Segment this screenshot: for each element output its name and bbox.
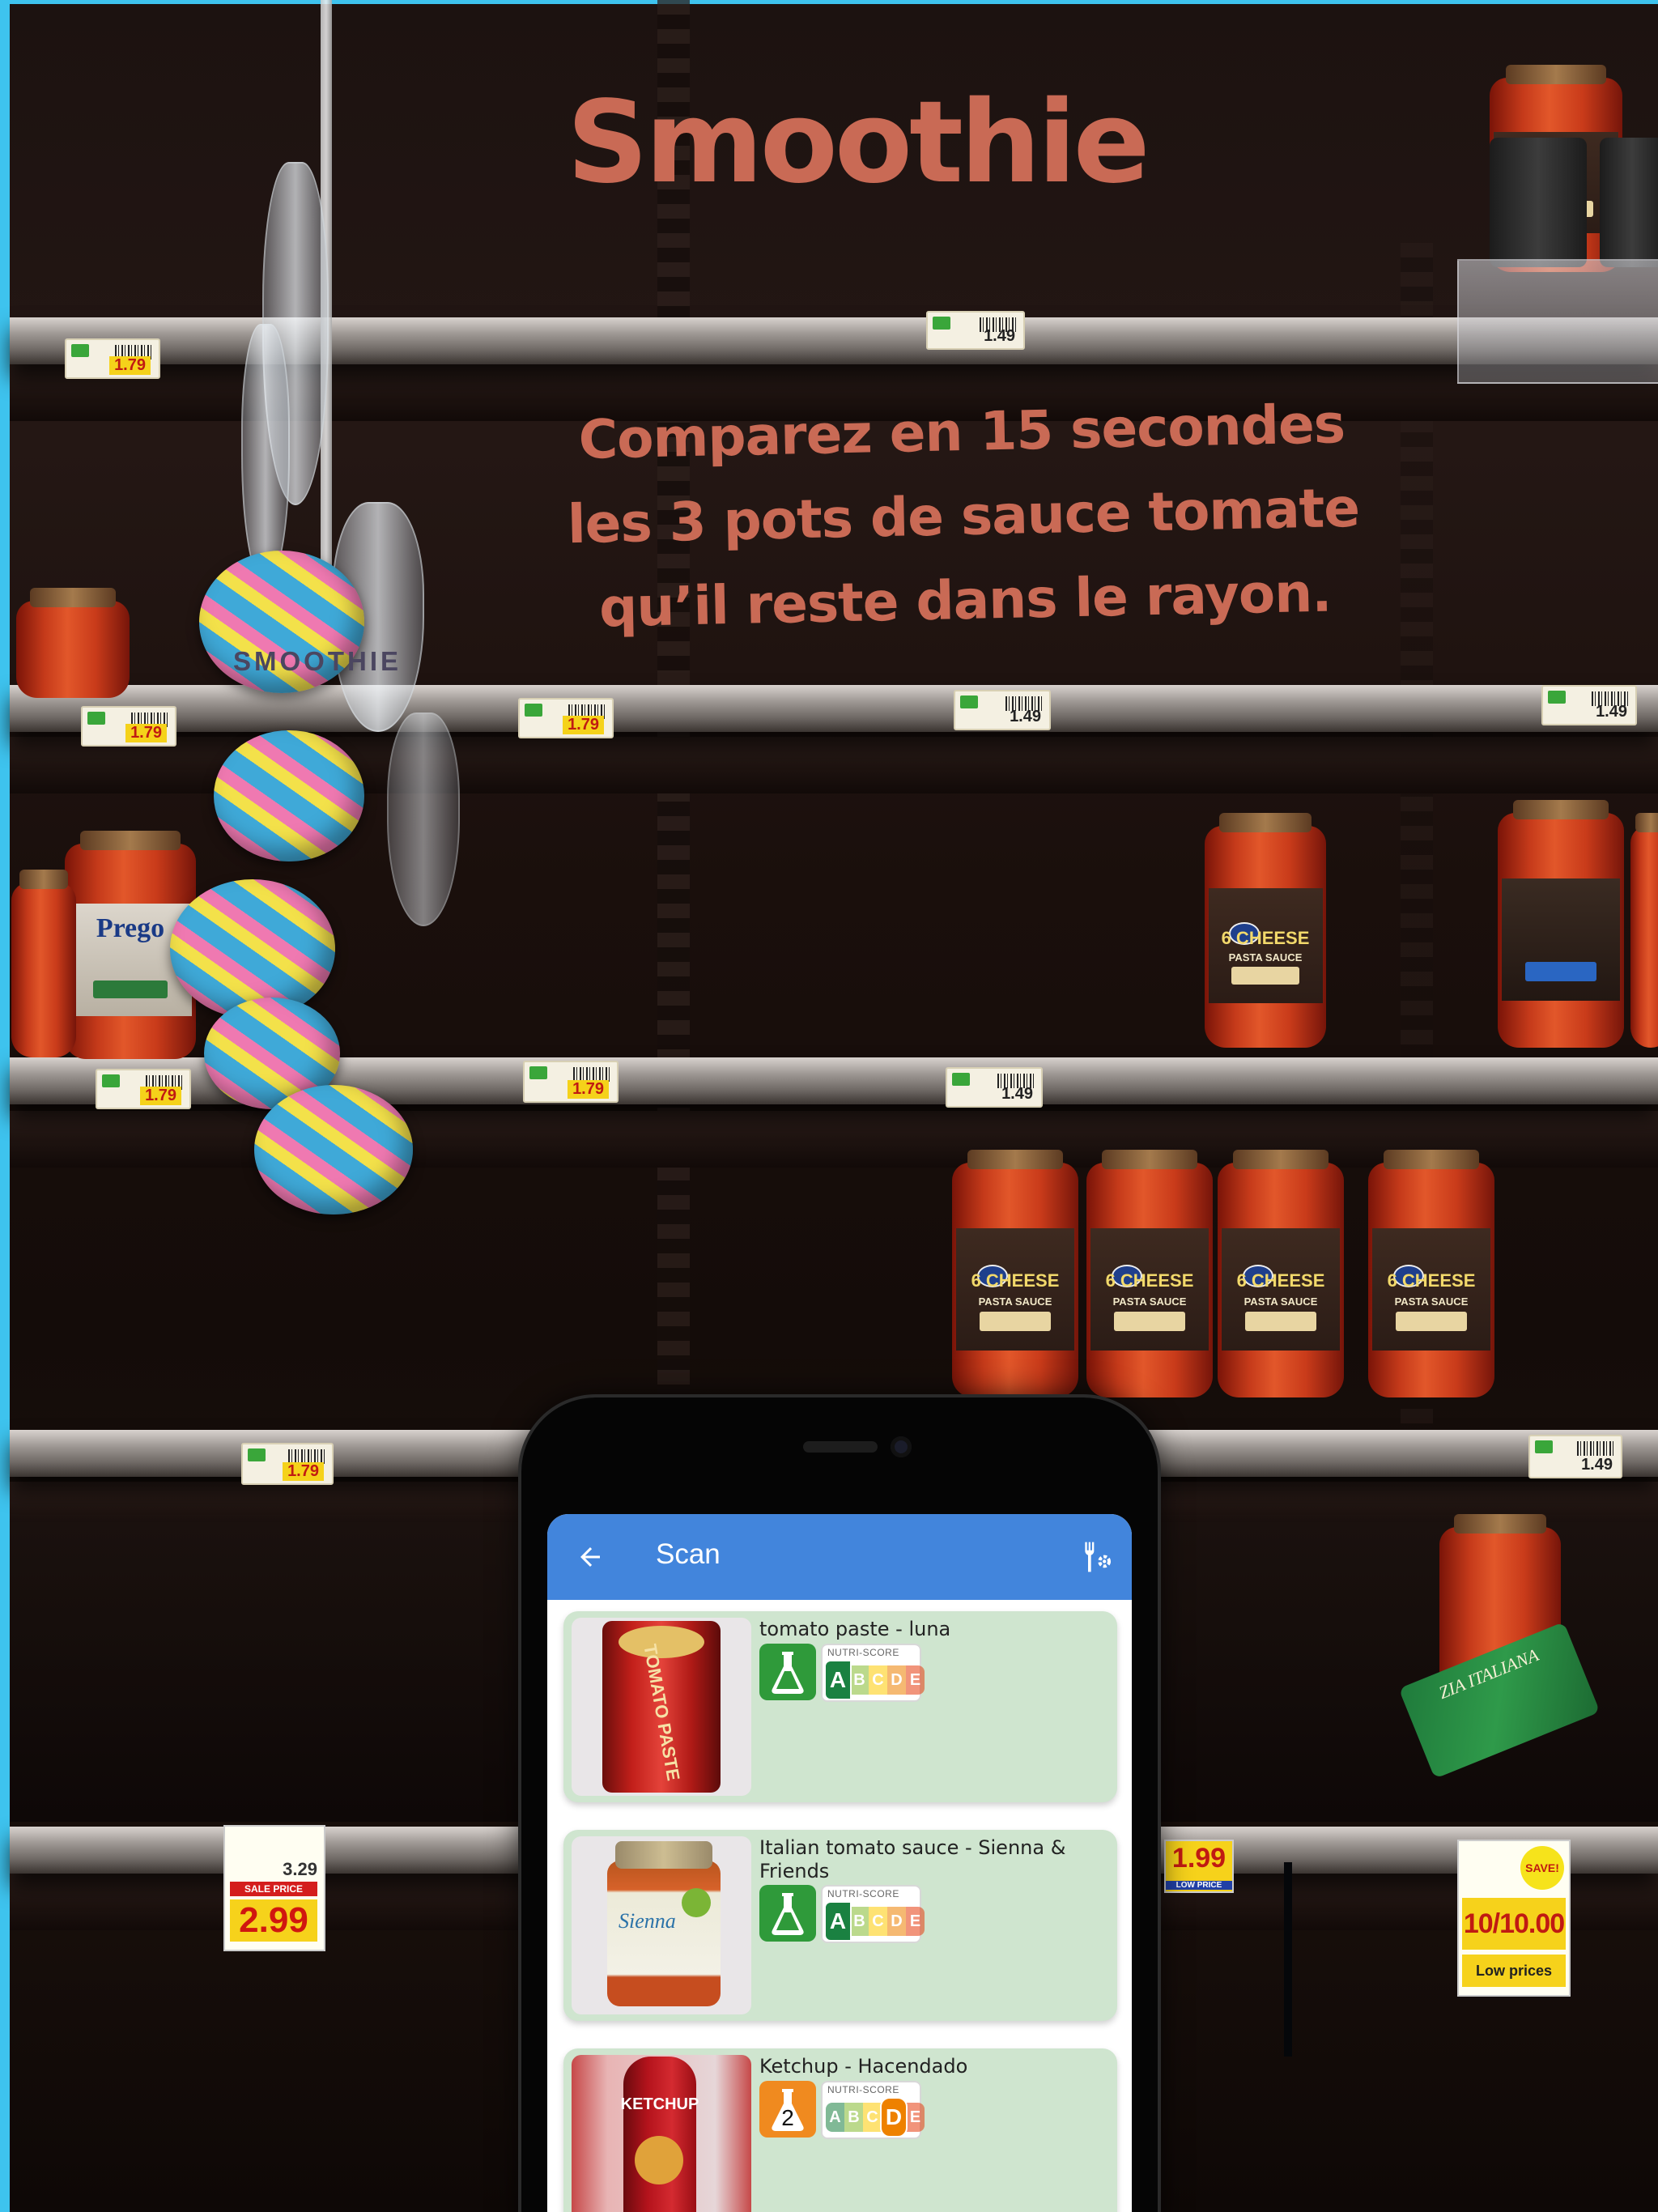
phone-frame: Scan TOMATO PASTE tomato paste - luna NU… [521,1397,1158,2212]
flask-icon [772,1652,804,1694]
left-edge-stripe [0,0,10,2212]
price-tag: 1.49 [946,1067,1043,1108]
price-tag: 1.79 [81,706,176,747]
price-tag: 1.79 [96,1069,191,1109]
price-tag: 1.79 [241,1443,334,1485]
sauce-jar [16,588,130,698]
product-card[interactable]: Sienna Italian tomato sauce - Sienna & F… [563,1830,1117,2021]
ecoscore-badge: 2 [759,2081,816,2138]
arrow-left-icon [580,1547,600,1567]
spice-jar [1490,138,1587,267]
sauce-jar: 6 CHEESE PASTA SAUCE [1205,813,1326,1048]
price-tag: 1.79 [523,1061,619,1103]
sauce-jar: 6 CHEESE PASTA SAUCE [1218,1150,1344,1397]
sauce-jar: 6 CHEESE PASTA SAUCE [1086,1150,1213,1397]
sauce-jar [1630,813,1658,1048]
price-tag: 1.49 [954,690,1051,730]
nutriscore-letter-d: D [887,1907,906,1936]
price-tag: 1.79 [518,698,614,738]
spice-jar [1600,138,1658,267]
poster-title: Smoothie [567,77,1150,209]
phone-camera [891,1436,912,1457]
top-edge-stripe [0,0,1658,4]
nutriscore-letter-a: A [826,2103,844,2132]
app-screen: Scan TOMATO PASTE tomato paste - luna NU… [547,1514,1132,2212]
sponge-ball [214,730,364,861]
app-bar-title: Scan [656,1538,721,1570]
product-card[interactable]: KETCHUP Ketchup - Hacendado 2 NUTRI-SCOR… [563,2048,1117,2212]
plastic-clip [241,324,290,586]
shelf [10,685,1658,732]
promo-tag: SAVE! 10/10.00 Low prices [1457,1840,1571,1997]
acrylic-holder [1457,259,1658,384]
sponge-ball [170,879,335,1019]
product-title: Italian tomato sauce - Sienna & Friends [759,1836,1066,1882]
nutriscore-letter-e: E [906,1665,925,1695]
nutriscore-badge: NUTRI-SCORE A B C D E [821,1644,925,1702]
nutriscore-letter-c: C [869,1907,887,1936]
nutriscore-badge: NUTRI-SCORE A B C D E [821,1885,925,1943]
product-image: Sienna [572,1836,751,2014]
shelf-divider [1284,1862,1292,2057]
nutriscore-letter-a: A [824,1660,852,1700]
product-title: tomato paste - luna [759,1618,951,1640]
product-list[interactable]: TOMATO PASTE tomato paste - luna NUTRI-S… [547,1600,1132,2212]
flask-icon [772,1893,804,1935]
nutriscore-letter-e: E [906,2103,925,2132]
ecoscore-badge [759,1885,816,1942]
back-button[interactable] [565,1532,615,1582]
subtitle-line: qu’il reste dans le rayon. [598,561,1333,640]
poster-subtitle: Comparez en 15 secondes les 3 pots de sa… [556,382,1371,652]
sauce-jar [1498,800,1624,1048]
product-card[interactable]: TOMATO PASTE tomato paste - luna NUTRI-S… [563,1611,1117,1802]
nutriscore-letter-b: B [844,2103,863,2132]
nutriscore-letter-d: D [887,1665,906,1695]
ecoscore-value: 2 [781,2105,794,2130]
price-tag: 1.49 [1528,1435,1622,1478]
brand-watermark: SMOOTHIE [233,646,402,676]
sauce-jar: 6 CHEESE PASTA SAUCE [952,1150,1078,1397]
poster-background: 1.79 1.49 1.79 1.79 1.49 1.49 1.79 1.79 … [0,0,1658,2212]
food-preferences-button[interactable] [1075,1535,1119,1579]
app-bar: Scan [547,1514,1132,1600]
price-tag: 1.79 [65,338,160,379]
plastic-clip [387,713,460,926]
sale-price-tag: 3.29 SALE PRICE 2.99 [223,1825,325,1951]
sponge-ball [254,1085,413,1214]
nutriscore-letter-a: A [824,1901,852,1942]
utensils-settings-icon [1085,1542,1112,1572]
low-price-tag: 1.99 LOW PRICE [1164,1840,1234,1893]
nutriscore-badge: NUTRI-SCORE A B C D E [821,2081,925,2139]
product-image: KETCHUP [572,2055,751,2212]
product-image: TOMATO PASTE [572,1618,751,1796]
nutriscore-letter-b: B [850,1907,869,1936]
product-title: Ketchup - Hacendado [759,2055,968,2078]
score-badges: 2 NUTRI-SCORE A B C D E [759,2081,925,2139]
sauce-jar: 6 CHEESE PASTA SAUCE [1368,1150,1494,1397]
nutriscore-letter-b: B [850,1665,869,1695]
nutriscore-letter-d: D [880,2097,908,2138]
ecoscore-badge [759,1644,816,1700]
price-tag: 1.49 [1541,685,1637,725]
sauce-jar [11,870,76,1057]
nutriscore-letter-c: C [863,2103,882,2132]
phone-speaker [803,1441,878,1453]
score-badges: NUTRI-SCORE A B C D E [759,1885,925,1943]
score-badges: NUTRI-SCORE A B C D E [759,1644,925,1702]
price-tag: 1.49 [926,311,1025,350]
nutriscore-letter-e: E [906,1907,925,1936]
nutriscore-letter-c: C [869,1665,887,1695]
